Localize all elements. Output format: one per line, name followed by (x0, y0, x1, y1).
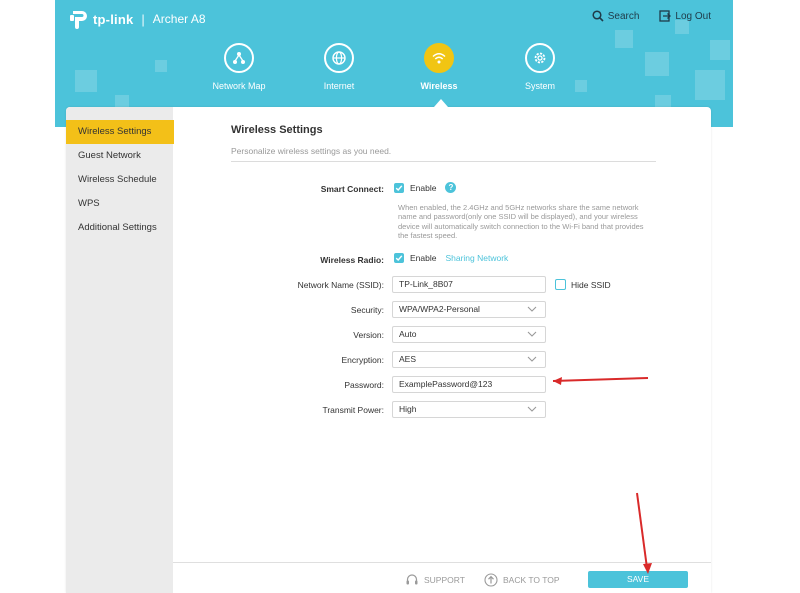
logout-label: Log Out (675, 10, 711, 22)
nav-wireless[interactable]: Wireless (399, 43, 479, 91)
sidebar-item-guest-network[interactable]: Guest Network (66, 144, 173, 168)
hide-ssid-row: Hide SSID (555, 279, 611, 290)
transmit-power-select[interactable]: High (392, 401, 546, 418)
transmit-power-value: High (399, 404, 417, 414)
active-nav-pointer (434, 99, 448, 107)
checkmark-icon (395, 184, 403, 191)
encryption-label: Encryption: (341, 355, 384, 365)
back-to-top-label: BACK TO TOP (503, 575, 560, 585)
wifi-icon (424, 43, 454, 73)
chevron-down-icon (527, 406, 537, 412)
chevron-down-icon (527, 331, 537, 337)
nav-label: Wireless (420, 81, 458, 91)
arrow-up-circle-icon (484, 573, 498, 587)
page-footer: SUPPORT BACK TO TOP SAVE (173, 562, 711, 593)
sidebar: Wireless Settings Guest Network Wireless… (66, 107, 174, 593)
headset-icon (406, 574, 418, 585)
version-value: Auto (399, 329, 417, 339)
security-label: Security: (350, 305, 384, 315)
back-to-top-link[interactable]: BACK TO TOP (484, 573, 560, 587)
search-button[interactable]: Search (592, 10, 640, 22)
wireless-radio-row: Enable Sharing Network (394, 253, 508, 263)
sidebar-item-wireless-settings[interactable]: Wireless Settings (66, 120, 174, 144)
logout-icon (659, 10, 672, 22)
search-icon (592, 10, 604, 22)
security-value: WPA/WPA2-Personal (399, 304, 480, 314)
nav-label: System (524, 81, 555, 91)
smart-connect-row: Enable ? (394, 182, 457, 193)
sidebar-item-wireless-schedule[interactable]: Wireless Schedule (66, 168, 173, 192)
chevron-down-icon (527, 306, 537, 312)
search-label: Search (607, 10, 640, 22)
nav-network-map[interactable]: Network Map (199, 43, 279, 91)
wireless-radio-label: Wireless Radio: (320, 255, 384, 265)
support-label: SUPPORT (424, 575, 465, 585)
ssid-label: Network Name (SSID): (297, 280, 384, 290)
nav-label: Network Map (212, 81, 266, 91)
gear-icon (525, 43, 555, 73)
smart-connect-label: Smart Connect: (320, 184, 384, 194)
checkmark-icon (395, 255, 403, 262)
sidebar-item-additional-settings[interactable]: Additional Settings (66, 216, 173, 240)
tp-link-logo[interactable]: tp-link | Archer A8 (68, 8, 206, 30)
hide-ssid-checkbox[interactable] (555, 279, 566, 290)
wireless-radio-enable-label: Enable (410, 253, 437, 263)
main-content: Wireless Settings Personalize wireless s… (231, 124, 656, 162)
password-input[interactable]: ExamplePassword@123 (392, 376, 546, 393)
tp-link-logo-icon (70, 11, 87, 29)
brand-name: tp-link (93, 11, 134, 27)
transmit-power-label: Transmit Power: (322, 405, 384, 415)
password-label: Password: (344, 380, 384, 390)
network-map-icon (224, 43, 254, 73)
nav-label: Internet (323, 81, 355, 91)
model-name: Archer A8 (152, 12, 206, 26)
save-button[interactable]: SAVE (588, 571, 688, 588)
smart-connect-description: When enabled, the 2.4GHz and 5GHz networ… (398, 203, 644, 240)
support-link[interactable]: SUPPORT (405, 573, 465, 587)
smart-connect-checkbox[interactable] (394, 182, 404, 193)
smart-connect-enable-label: Enable (410, 182, 437, 193)
hide-ssid-label: Hide SSID (571, 279, 611, 290)
wireless-radio-checkbox[interactable] (394, 253, 404, 263)
version-select[interactable]: Auto (392, 326, 546, 343)
nav-internet[interactable]: Internet (299, 43, 379, 91)
encryption-value: AES (399, 354, 417, 364)
sharing-network-link[interactable]: Sharing Network (445, 253, 508, 263)
security-select[interactable]: WPA/WPA2-Personal (392, 301, 546, 318)
page-title: Wireless Settings (231, 124, 323, 136)
question-icon[interactable]: ? (445, 182, 457, 193)
page-subtitle: Personalize wireless settings as you nee… (231, 146, 656, 162)
brand-separator: | (141, 11, 145, 27)
chevron-down-icon (527, 356, 537, 362)
globe-icon (324, 43, 354, 73)
ssid-input[interactable]: TP-Link_8B07 (392, 276, 546, 293)
router-admin-page: tp-link | Archer A8 Search Log Out Netwo… (0, 0, 800, 593)
version-label: Version: (353, 330, 384, 340)
nav-system[interactable]: System (500, 43, 580, 91)
encryption-select[interactable]: AES (392, 351, 546, 368)
sidebar-item-wps[interactable]: WPS (66, 192, 173, 216)
logout-button[interactable]: Log Out (659, 10, 711, 22)
top-actions: Search Log Out (572, 10, 711, 22)
